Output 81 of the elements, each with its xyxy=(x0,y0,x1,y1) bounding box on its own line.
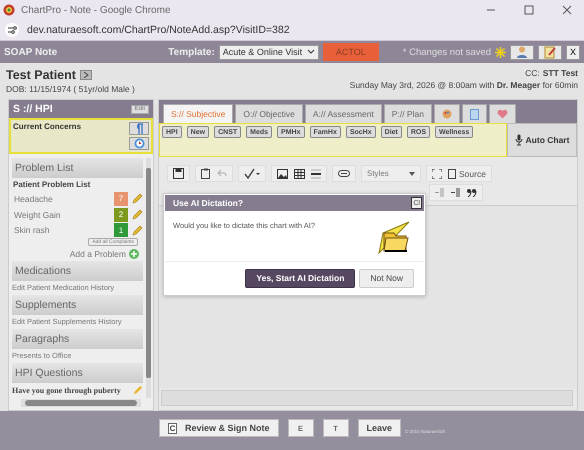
pilcrow-icon xyxy=(135,123,143,134)
outdent-icon[interactable] xyxy=(435,188,445,197)
app-logo-icon xyxy=(3,4,15,16)
section-title: Paragraphs xyxy=(15,333,70,346)
paragraph-button[interactable] xyxy=(129,122,149,135)
notepad-icon xyxy=(543,45,557,59)
spellcheck-icon[interactable] xyxy=(244,168,260,179)
close-button[interactable]: X xyxy=(566,44,580,60)
tab[interactable] xyxy=(434,104,460,123)
person-icon xyxy=(515,45,529,59)
tab[interactable]: P:// Plan xyxy=(384,104,432,123)
microphone-icon xyxy=(514,134,523,146)
chevron-icon xyxy=(306,49,315,55)
indent-icon[interactable] xyxy=(451,188,461,197)
section-title: HPI Questions xyxy=(15,367,83,380)
image-icon[interactable] xyxy=(277,168,288,178)
expand-button[interactable] xyxy=(80,70,92,80)
pencil-icon[interactable] xyxy=(132,209,143,220)
question-text[interactable]: Have you gone through puberty xyxy=(12,386,121,395)
quote-icon[interactable] xyxy=(467,188,477,196)
vertical-scrollbar[interactable] xyxy=(146,158,151,398)
problem-name[interactable]: Headache xyxy=(14,194,110,204)
paste-icon[interactable] xyxy=(201,168,211,179)
section-title: Problem List xyxy=(15,162,74,174)
fullscreen-icon[interactable] xyxy=(432,168,442,178)
close-icon[interactable] xyxy=(562,5,572,15)
problem-name[interactable]: Skin rash xyxy=(14,225,110,236)
document-icon xyxy=(470,108,479,120)
problem-name[interactable]: Weight Gain xyxy=(14,210,110,220)
count-badge: 7 xyxy=(114,192,128,206)
section-title: Medications xyxy=(15,265,72,278)
key-badge: C xyxy=(168,422,177,434)
pencil-icon[interactable] xyxy=(132,193,143,204)
section-title: Supplements xyxy=(15,299,76,312)
cc-label: CC: xyxy=(525,68,540,78)
caret-icon xyxy=(82,72,89,78)
visit-info: Sunday May 3rd, 2026 @ 8:00am with Dr. Meager for 60min xyxy=(350,80,578,90)
add-problem-link[interactable]: Add a Problem xyxy=(70,249,126,260)
auto-chart-button[interactable]: Auto Chart xyxy=(507,123,577,157)
link-icon[interactable] xyxy=(338,170,350,177)
button-label: Review & Sign Note xyxy=(185,423,270,433)
panel-title: S :// HPI xyxy=(13,103,53,115)
not-now-button[interactable]: Not Now xyxy=(359,268,414,288)
folder-icon xyxy=(375,221,411,255)
window-title: ChartPro - Note - Google Chrome xyxy=(21,4,171,16)
unsaved-notice: * Changes not saved xyxy=(402,46,491,58)
count-badge: 2 xyxy=(114,208,128,222)
count-badge: 1 xyxy=(114,223,128,238)
palette-icon xyxy=(442,109,452,119)
tab[interactable] xyxy=(462,104,487,123)
maximize-icon[interactable] xyxy=(524,5,534,15)
table-icon[interactable] xyxy=(294,168,305,178)
concerns-label: Current Concerns xyxy=(13,122,82,133)
list-subtitle: Patient Problem List xyxy=(12,179,92,191)
heart-icon xyxy=(496,109,508,119)
review-sign-button[interactable]: C Review & Sign Note xyxy=(159,419,279,437)
sparkle-icon xyxy=(495,46,506,58)
edit-note-button[interactable] xyxy=(538,44,562,60)
template-select[interactable]: Acute & Online Visit xyxy=(218,44,319,60)
leave-button[interactable]: Leave xyxy=(358,419,402,437)
patient-name: Test Patient xyxy=(6,68,76,82)
save-icon[interactable] xyxy=(173,168,184,179)
horizontal-rule-icon[interactable] xyxy=(311,168,321,178)
dialog-title: Use AI Dictation? xyxy=(173,198,244,208)
start-dictation-button[interactable]: Yes, Start AI Dictation xyxy=(245,268,356,288)
horizontal-scrollbar[interactable] xyxy=(21,399,141,407)
plus-icon[interactable] xyxy=(129,249,139,260)
chief-complaint: STT Test xyxy=(542,68,578,78)
site-settings-icon[interactable] xyxy=(5,23,19,37)
document-icon xyxy=(448,168,456,178)
clock-icon xyxy=(134,138,144,149)
tab[interactable]: O:// Objective xyxy=(235,104,303,123)
patient-dob: DOB: 11/15/1974 ( 51yr/old Male ) xyxy=(6,84,135,94)
styles-dropdown[interactable]: Styles xyxy=(361,165,421,182)
template-label: Template: xyxy=(168,46,215,58)
page-title: SOAP Note xyxy=(4,46,58,58)
tab[interactable]: A:// Assessment xyxy=(304,104,382,123)
pencil-icon[interactable] xyxy=(132,224,143,236)
chevron-icon xyxy=(409,172,415,176)
clock-button[interactable] xyxy=(129,137,149,150)
person-button[interactable] xyxy=(510,44,534,60)
